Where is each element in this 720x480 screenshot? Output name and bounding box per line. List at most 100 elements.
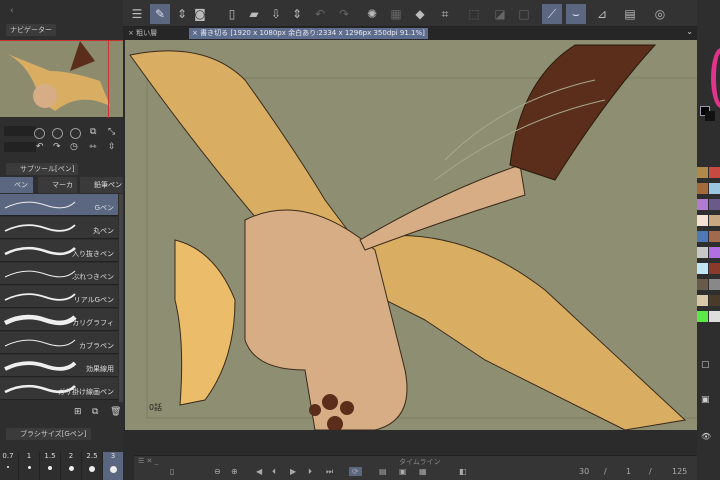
visibility-eye-icon[interactable]: 👁 — [701, 432, 711, 441]
color-swatch[interactable] — [709, 311, 720, 322]
rotate-right-icon[interactable]: ↷ — [53, 142, 61, 152]
menu-icon[interactable]: ☰ — [127, 4, 147, 24]
onion-skin-icon[interactable]: ◧ — [459, 467, 467, 476]
snap-ruler-icon[interactable]: ⟋ — [542, 4, 562, 24]
brush-item[interactable]: カブラペン — [0, 332, 118, 354]
snap-special-ruler-icon[interactable]: ⌣ — [566, 4, 586, 24]
deselect-icon[interactable]: ⬚ — [464, 4, 484, 24]
new-animation-folder-icon[interactable]: ▤ — [379, 467, 387, 476]
zoom-in-timeline-icon[interactable]: ⊕ — [231, 467, 238, 476]
zoom-out-timeline-icon[interactable]: ⊖ — [214, 467, 221, 476]
play-icon[interactable]: ▶ — [290, 467, 296, 476]
color-swatch[interactable] — [697, 231, 708, 242]
add-subtool-icon[interactable]: ⊞ — [74, 407, 82, 417]
device-icon[interactable]: ▤ — [620, 4, 640, 24]
fit-icon[interactable] — [70, 128, 81, 139]
assign-cel-icon[interactable]: ▦ — [419, 467, 427, 476]
chevron-updown-icon[interactable]: ⇕ — [172, 4, 192, 24]
brush-item[interactable]: カリグラフィ — [0, 309, 118, 331]
selection-border-icon[interactable]: □ — [514, 4, 534, 24]
brush-item[interactable]: 効果線用 — [0, 355, 118, 377]
color-swatch[interactable] — [697, 247, 708, 258]
color-swatch[interactable] — [709, 295, 720, 306]
brush-size-option[interactable]: 0.7 — [0, 452, 18, 480]
fill-icon[interactable]: ◆ — [410, 4, 430, 24]
record-icon[interactable]: ◙ — [190, 4, 210, 24]
subtool-group-pencil-pen[interactable]: 鉛筆ペン — [80, 177, 123, 193]
color-swatch[interactable] — [709, 231, 720, 242]
drawing-canvas[interactable]: 0話 — [125, 40, 697, 430]
subtool-group-marker[interactable]: マーカー — [38, 177, 77, 205]
brush-size-option[interactable]: 2 — [60, 452, 81, 480]
loop-icon[interactable]: ⟳ — [349, 467, 362, 476]
fps-value[interactable]: 30 — [579, 467, 589, 476]
color-swatch[interactable] — [697, 311, 708, 322]
rotate-slider[interactable] — [4, 142, 36, 152]
new-cel-icon[interactable]: ▣ — [399, 467, 407, 476]
color-swatch[interactable] — [709, 279, 720, 290]
quick-access-icon[interactable]: ✎ — [150, 4, 170, 24]
color-wheel[interactable] — [711, 48, 720, 108]
brush-size-option[interactable]: 1.5 — [39, 452, 60, 480]
color-swatch[interactable] — [709, 183, 720, 194]
color-swatch[interactable] — [709, 167, 720, 178]
brush-item[interactable]: ガサ掛け線画ペン — [0, 378, 118, 400]
fit-window-icon[interactable]: ⤡ — [108, 127, 115, 137]
subtool-group-pen[interactable]: ペン — [0, 177, 33, 193]
color-swatch[interactable] — [697, 183, 708, 194]
brush-item[interactable]: 入り抜きペン — [0, 240, 118, 262]
brush-size-option[interactable]: 1 — [18, 452, 39, 480]
color-swatch[interactable] — [709, 215, 720, 226]
brush-size-option[interactable]: 3 — [102, 452, 123, 480]
flip-vertical-icon[interactable]: ⇳ — [108, 142, 116, 152]
current-frame-value[interactable]: 1 — [626, 467, 631, 476]
actual-size-icon[interactable]: ⧉ — [90, 127, 96, 137]
delete-subtool-icon[interactable]: 🗑 — [110, 407, 121, 417]
new-timeline-icon[interactable]: ▯ — [170, 467, 174, 476]
snap-grid-icon[interactable]: ⊿ — [592, 4, 612, 24]
color-swatch[interactable] — [709, 247, 720, 258]
navigator-preview[interactable] — [0, 40, 123, 118]
flip-horizontal-icon[interactable]: ⇿ — [89, 142, 97, 152]
open-folder-icon[interactable]: ▰ — [244, 4, 264, 24]
brush-item[interactable]: リアルGペン — [0, 286, 118, 308]
brush-size-option[interactable]: 2.5 — [81, 452, 102, 480]
copy-subtool-icon[interactable]: ⧉ — [92, 407, 98, 417]
invert-selection-icon[interactable]: ◪ — [490, 4, 510, 24]
brush-item[interactable]: 丸ペン — [0, 217, 118, 239]
next-frame-icon[interactable]: ⏵ — [308, 467, 312, 477]
tab-current-canvas[interactable]: × 書き切る [1920 x 1080px 余白あり:2334 x 1296px… — [189, 28, 428, 39]
chevron-updown-icon[interactable]: ⇕ — [287, 4, 307, 24]
brush-item[interactable]: Gペン — [0, 194, 118, 216]
zoom-out-icon[interactable] — [34, 128, 45, 139]
color-swatch[interactable] — [697, 167, 708, 178]
transform-icon[interactable]: ▦ — [386, 4, 406, 24]
color-swatch[interactable] — [709, 199, 720, 210]
brush-list-scrollbar[interactable] — [119, 194, 123, 402]
first-frame-icon[interactable]: ◀ — [256, 467, 262, 476]
layer-icon[interactable]: ▢ — [701, 360, 710, 370]
save-icon[interactable]: ⇩ — [266, 4, 286, 24]
rotate-left-icon[interactable]: ↶ — [36, 142, 44, 152]
sub-color-swatch[interactable] — [705, 111, 715, 121]
color-swatch[interactable] — [697, 199, 708, 210]
brush-item[interactable]: ぶれつきペン — [0, 263, 118, 285]
undo-icon[interactable]: ↶ — [310, 4, 330, 24]
zoom-slider[interactable] — [4, 126, 36, 136]
last-frame-icon[interactable]: ⏭ — [326, 467, 333, 477]
color-swatch[interactable] — [697, 263, 708, 274]
timeline-menu-icon[interactable]: ☰ ✕ _ — [138, 457, 158, 465]
end-frame-value[interactable]: 125 — [672, 467, 687, 476]
zoom-in-icon[interactable] — [52, 128, 63, 139]
help-icon[interactable]: ◎ — [650, 4, 670, 24]
layer-mask-icon[interactable]: ▣ — [701, 395, 710, 405]
crop-icon[interactable]: ⌗ — [435, 4, 455, 24]
collapse-icon[interactable]: ‹ — [10, 6, 14, 16]
redo-icon[interactable]: ↷ — [334, 4, 354, 24]
settings-icon[interactable]: ✺ — [362, 4, 382, 24]
color-swatch[interactable] — [697, 295, 708, 306]
reset-rotation-icon[interactable]: ◷ — [70, 142, 78, 152]
prev-frame-icon[interactable]: ⏴ — [272, 467, 276, 477]
chevron-down-icon[interactable]: ⌄ — [686, 27, 693, 36]
color-swatch[interactable] — [697, 215, 708, 226]
